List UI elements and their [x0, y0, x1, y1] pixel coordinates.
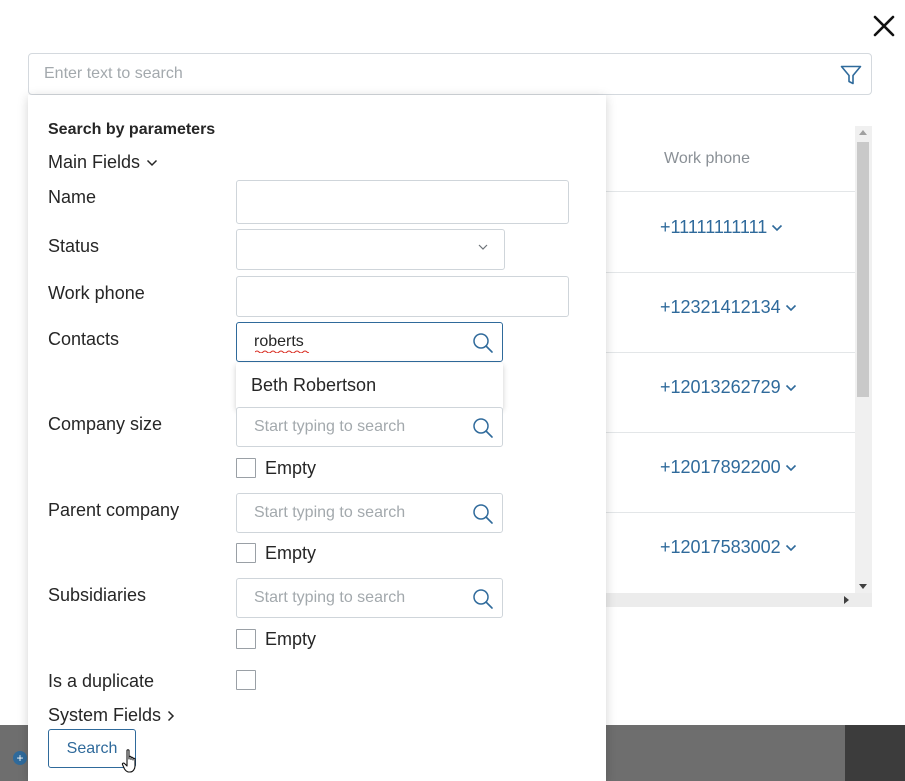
- chevron-down-icon[interactable]: [771, 224, 783, 232]
- search-icon[interactable]: [472, 503, 494, 525]
- company-size-input[interactable]: [237, 408, 463, 446]
- subsidiaries-empty-label: Empty: [265, 629, 317, 649]
- is-duplicate-checkbox[interactable]: [236, 670, 256, 690]
- parent-company-empty-checkbox[interactable]: [236, 543, 256, 563]
- contacts-lookup: [236, 322, 503, 362]
- scrollbar-thumb[interactable]: [857, 142, 869, 397]
- system-fields-toggle[interactable]: System Fields: [48, 705, 175, 726]
- search-input[interactable]: [29, 54, 829, 94]
- status-label: Status: [48, 236, 100, 256]
- table-header: Work phone: [606, 126, 855, 192]
- company-size-empty-checkbox[interactable]: [236, 458, 256, 478]
- work-phone-input[interactable]: [236, 276, 569, 317]
- spellcheck-underline: [255, 350, 309, 353]
- chevron-down-icon[interactable]: [785, 464, 797, 472]
- phone-link[interactable]: +12017583002: [660, 537, 797, 558]
- search-bar: [28, 53, 872, 95]
- main-fields-label: Main Fields: [48, 152, 141, 172]
- search-icon[interactable]: [472, 332, 494, 354]
- close-button[interactable]: [870, 12, 898, 40]
- filter-panel: Search by parameters Main Fields Name St…: [28, 95, 606, 781]
- chevron-down-icon[interactable]: [785, 384, 797, 392]
- search-icon[interactable]: [472, 588, 494, 610]
- filter-icon[interactable]: [839, 63, 863, 87]
- subsidiaries-label: Subsidiaries: [48, 585, 147, 605]
- parent-company-input[interactable]: [237, 494, 463, 532]
- contacts-table: Work phone +11111111111 +12321412134 +12…: [606, 126, 872, 607]
- is-duplicate-label: Is a duplicate: [48, 671, 155, 691]
- company-size-lookup: [236, 407, 503, 447]
- parent-company-label: Parent company: [48, 500, 180, 520]
- panel-title: Search by parameters: [48, 121, 216, 138]
- phone-value: +12013262729: [660, 377, 781, 397]
- chevron-down-icon[interactable]: [785, 544, 797, 552]
- chevron-right-icon: [168, 711, 175, 722]
- system-fields-label: System Fields: [48, 705, 162, 725]
- scroll-up-arrow[interactable]: [859, 130, 867, 135]
- main-fields-toggle[interactable]: Main Fields: [48, 152, 158, 173]
- subsidiaries-lookup: [236, 578, 503, 618]
- phone-link[interactable]: +12321412134: [660, 297, 797, 318]
- add-icon[interactable]: +: [13, 751, 27, 765]
- phone-link[interactable]: +12013262729: [660, 377, 797, 398]
- contacts-label: Contacts: [48, 329, 120, 349]
- status-select[interactable]: [236, 229, 505, 270]
- table-row[interactable]: +12017892200: [606, 433, 855, 513]
- phone-value: +12017583002: [660, 537, 781, 557]
- subsidiaries-empty-checkbox[interactable]: [236, 629, 256, 649]
- scroll-down-arrow[interactable]: [859, 584, 867, 589]
- suggestion-item[interactable]: Beth Robertson: [251, 375, 376, 396]
- contacts-suggestions: Beth Robertson: [236, 363, 503, 409]
- phone-value: +12321412134: [660, 297, 781, 317]
- phone-value: +12017892200: [660, 457, 781, 477]
- bottom-bar-right: [845, 725, 905, 781]
- phone-link[interactable]: +12017892200: [660, 457, 797, 478]
- hand-cursor-icon: [121, 749, 136, 773]
- table-row[interactable]: +12321412134: [606, 273, 855, 353]
- phone-value: +11111111111: [660, 217, 768, 237]
- chevron-down-icon: [147, 160, 158, 167]
- search-icon[interactable]: [472, 417, 494, 439]
- work-phone-label: Work phone: [48, 283, 145, 303]
- chevron-down-icon[interactable]: [785, 304, 797, 312]
- horizontal-scrollbar[interactable]: [606, 593, 872, 607]
- chevron-down-icon: [478, 244, 488, 250]
- vertical-scrollbar[interactable]: [855, 126, 872, 593]
- contacts-input[interactable]: [237, 323, 463, 361]
- table-row[interactable]: +11111111111: [606, 193, 855, 273]
- company-size-empty-label: Empty: [265, 458, 317, 478]
- name-input[interactable]: [236, 180, 569, 224]
- name-label: Name: [48, 187, 97, 207]
- company-size-label: Company size: [48, 414, 163, 434]
- parent-company-lookup: [236, 493, 503, 533]
- table-row[interactable]: +12013262729: [606, 353, 855, 433]
- table-row[interactable]: +12017583002: [606, 513, 855, 593]
- subsidiaries-input[interactable]: [237, 579, 463, 617]
- close-icon: [873, 15, 895, 37]
- column-header-work-phone[interactable]: Work phone: [664, 150, 750, 168]
- phone-link[interactable]: +11111111111: [660, 217, 783, 238]
- parent-company-empty-label: Empty: [265, 543, 317, 563]
- scroll-right-arrow[interactable]: [844, 596, 849, 604]
